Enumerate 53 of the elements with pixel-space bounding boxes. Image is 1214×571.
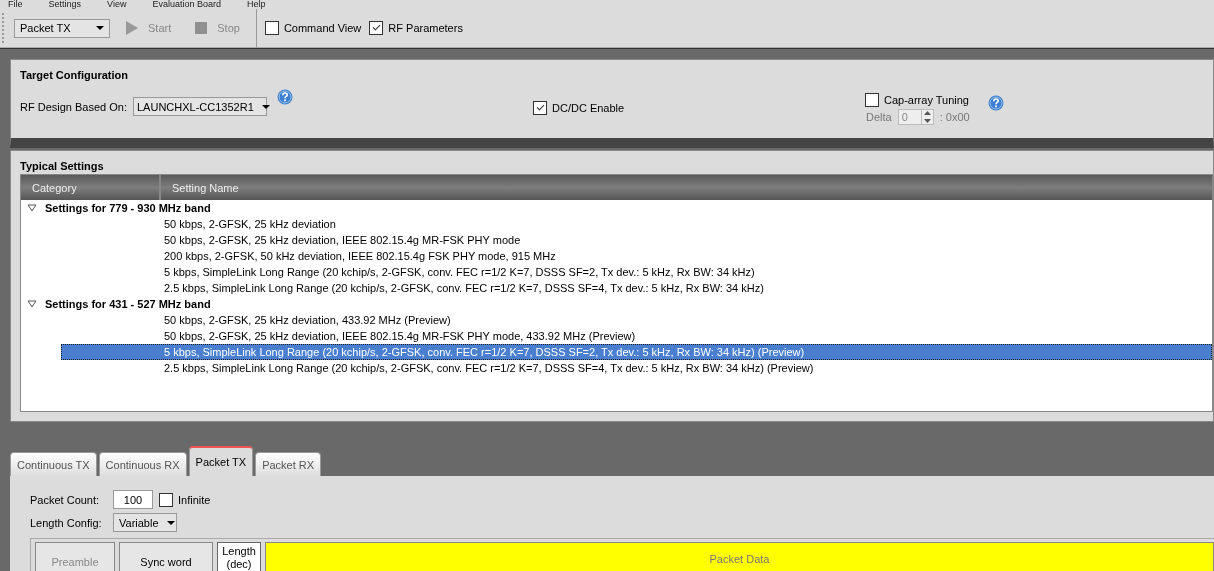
column-header[interactable]: Category: [21, 175, 161, 200]
help-icon[interactable]: [987, 95, 1004, 111]
stop-icon: [195, 22, 208, 34]
field-label: RF Design Based On:: [20, 100, 127, 113]
tab[interactable]: Packet RX: [255, 452, 322, 476]
menu-item[interactable]: Evaluation Board: [152, 0, 221, 9]
tree-item[interactable]: 5 kbps, SimpleLink Long Range (20 kchip/s, 2-GFSK, conv. FEC r=1/2 K=7, DSSS SF=2, Tx dev.: 5 kHz, Rx BW: 34 kHz) (Preview): [61, 344, 1212, 360]
spinner-arrows-icon: [922, 110, 932, 124]
tree-group[interactable]: Settings for 431 - 527 MHz band: [45, 298, 211, 310]
expander-icon[interactable]: [27, 300, 37, 308]
tree-item[interactable]: 2.5 kbps, SimpleLink Long Range (20 kchip/s, 2-GFSK, conv. FEC r=1/2 K=7, DSSS SF=4, Tx dev.: 5 kHz, Rx BW: 34 kHz) (Preview): [61, 360, 1212, 376]
tab[interactable]: Packet TX: [188, 446, 254, 476]
menu-item[interactable]: File: [8, 0, 23, 9]
toolbar-grip: [2, 13, 6, 43]
field-label: Length Config:: [30, 516, 103, 529]
caret-icon: [261, 104, 270, 109]
column-header[interactable]: Setting Name: [161, 175, 1212, 200]
packet-field: Preamble: [35, 542, 115, 571]
design-dropdown[interactable]: LAUNCHXL-CC1352R1: [133, 97, 267, 116]
mode-dropdown[interactable]: Packet TX: [14, 18, 110, 38]
checkbox[interactable]: DC/DC Enable: [533, 93, 865, 115]
tree-item[interactable]: 50 kbps, 2-GFSK, 25 kHz deviation: [61, 216, 1212, 232]
tree-item[interactable]: 200 kbps, 2-GFSK, 50 kHz deviation, IEEE 802.15.4g FSK PHY mode, 915 MHz: [61, 248, 1212, 264]
menu-item[interactable]: View: [107, 0, 127, 9]
checkbox[interactable]: Infinite: [159, 492, 211, 507]
tab[interactable]: Continuous TX: [10, 452, 97, 476]
tree-item[interactable]: 50 kbps, 2-GFSK, 25 kHz deviation, 433.92 MHz (Preview): [61, 312, 1212, 328]
packet-field: Length (dec): [217, 542, 261, 571]
expander-icon[interactable]: [27, 204, 37, 212]
play-icon: [126, 21, 138, 35]
packet-count-field[interactable]: 100: [113, 490, 153, 509]
checkbox[interactable]: Cap-array Tuning: [865, 93, 970, 107]
tree-item[interactable]: 50 kbps, 2-GFSK, 25 kHz deviation, IEEE 802.15.4g MR-FSK PHY mode, 433.92 MHz (Preview): [61, 328, 1212, 344]
help-icon[interactable]: [277, 89, 293, 105]
hex-value: : 0x00: [939, 111, 970, 123]
packet-field: Packet Data: [265, 542, 1214, 571]
field-label: Packet Count:: [30, 493, 101, 506]
tree-item[interactable]: 5 kbps, SimpleLink Long Range (20 kchip/s, 2-GFSK, conv. FEC r=1/2 K=7, DSSS SF=2, Tx dev.: 5 kHz, Rx BW: 34 kHz): [61, 264, 1212, 280]
panel-title: Typical Settings: [20, 159, 105, 174]
panel-title: Target Configuration: [20, 68, 129, 83]
checkbox[interactable]: Command View: [264, 21, 362, 35]
length-config-dropdown[interactable]: Variable: [113, 513, 177, 532]
menu-item[interactable]: Help: [246, 0, 266, 9]
checkbox[interactable]: RF Parameters: [369, 21, 463, 35]
tree-item[interactable]: 2.5 kbps, SimpleLink Long Range (20 kchip/s, 2-GFSK, conv. FEC r=1/2 K=7, DSSS SF=4, Tx dev.: 5 kHz, Rx BW: 34 kHz): [61, 280, 1212, 296]
caret-icon: [96, 26, 104, 30]
caret-icon: [166, 520, 175, 525]
tree-group[interactable]: Settings for 779 - 930 MHz band: [45, 202, 211, 214]
field-label: Delta: [866, 111, 892, 123]
packet-field: Sync word: [119, 542, 213, 571]
tab[interactable]: Continuous RX: [98, 452, 187, 476]
menu-item[interactable]: Settings: [48, 0, 82, 9]
tree-item[interactable]: 50 kbps, 2-GFSK, 25 kHz deviation, IEEE 802.15.4g MR-FSK PHY mode: [61, 232, 1212, 248]
